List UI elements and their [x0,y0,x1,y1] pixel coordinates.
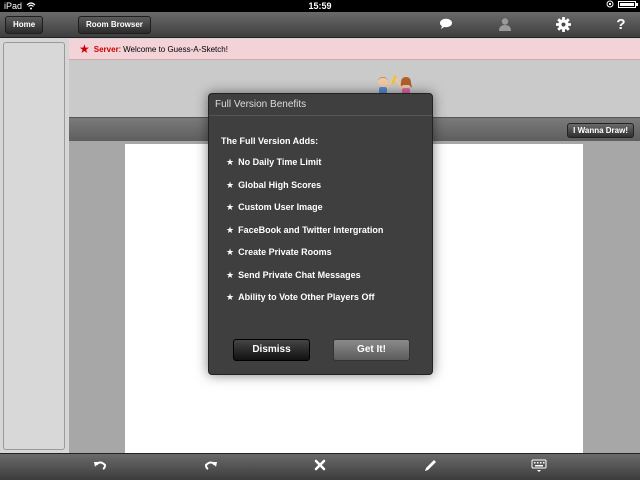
wanna-draw-button[interactable]: I Wanna Draw! [567,123,634,138]
benefit-item: ★ Global High Scores [226,180,322,190]
bottom-toolbar [0,453,640,480]
pencil-icon[interactable] [420,459,440,475]
full-version-modal: Full Version Benefits The Full Version A… [208,93,433,375]
gear-icon[interactable] [554,17,572,33]
battery-icon [618,1,638,8]
redo-icon[interactable] [201,459,221,475]
star-icon: ★ [226,180,235,190]
keyboard-icon[interactable] [529,459,549,475]
home-button[interactable]: Home [5,16,44,34]
room-browser-button[interactable]: Room Browser [78,16,151,34]
benefit-item: ★ Create Private Rooms [226,247,332,257]
get-it-button[interactable]: Get It! [333,339,410,361]
benefit-item: ★ Custom User Image [226,202,323,212]
help-icon[interactable]: ? [612,17,630,33]
chat-sender: Server [93,45,119,54]
status-time: 15:59 [308,1,332,11]
star-icon: ★ [226,247,235,257]
chat-text: Welcome to Guess-A-Sketch! [120,45,228,54]
clear-icon[interactable] [310,459,330,475]
chat-icon[interactable] [437,17,455,33]
rotation-lock-icon [606,0,614,8]
status-bar: iPad 15:59 [0,0,640,12]
user-icon[interactable] [496,17,514,33]
modal-divider [209,115,432,116]
star-icon: ★ [226,270,235,280]
star-icon: ★ [226,202,235,212]
benefit-item: ★ FaceBook and Twitter Intergration [226,225,384,235]
modal-title: Full Version Benefits [215,99,307,110]
dismiss-button[interactable]: Dismiss [233,339,310,361]
benefit-item: ★ Send Private Chat Messages [226,270,361,280]
star-icon: ★ [226,157,235,167]
player-list-panel [3,42,65,450]
modal-heading: The Full Version Adds: [221,136,319,146]
chat-message: ★ Server: Welcome to Guess-A-Sketch! [69,39,640,60]
undo-icon[interactable] [90,459,110,475]
top-toolbar: Home Room Browser ? [0,12,640,38]
star-icon: ★ [226,225,235,235]
benefit-item: ★ No Daily Time Limit [226,157,322,167]
star-icon: ★ [226,292,235,302]
server-star-icon: ★ [79,42,90,57]
benefit-item: ★ Ability to Vote Other Players Off [226,292,375,302]
